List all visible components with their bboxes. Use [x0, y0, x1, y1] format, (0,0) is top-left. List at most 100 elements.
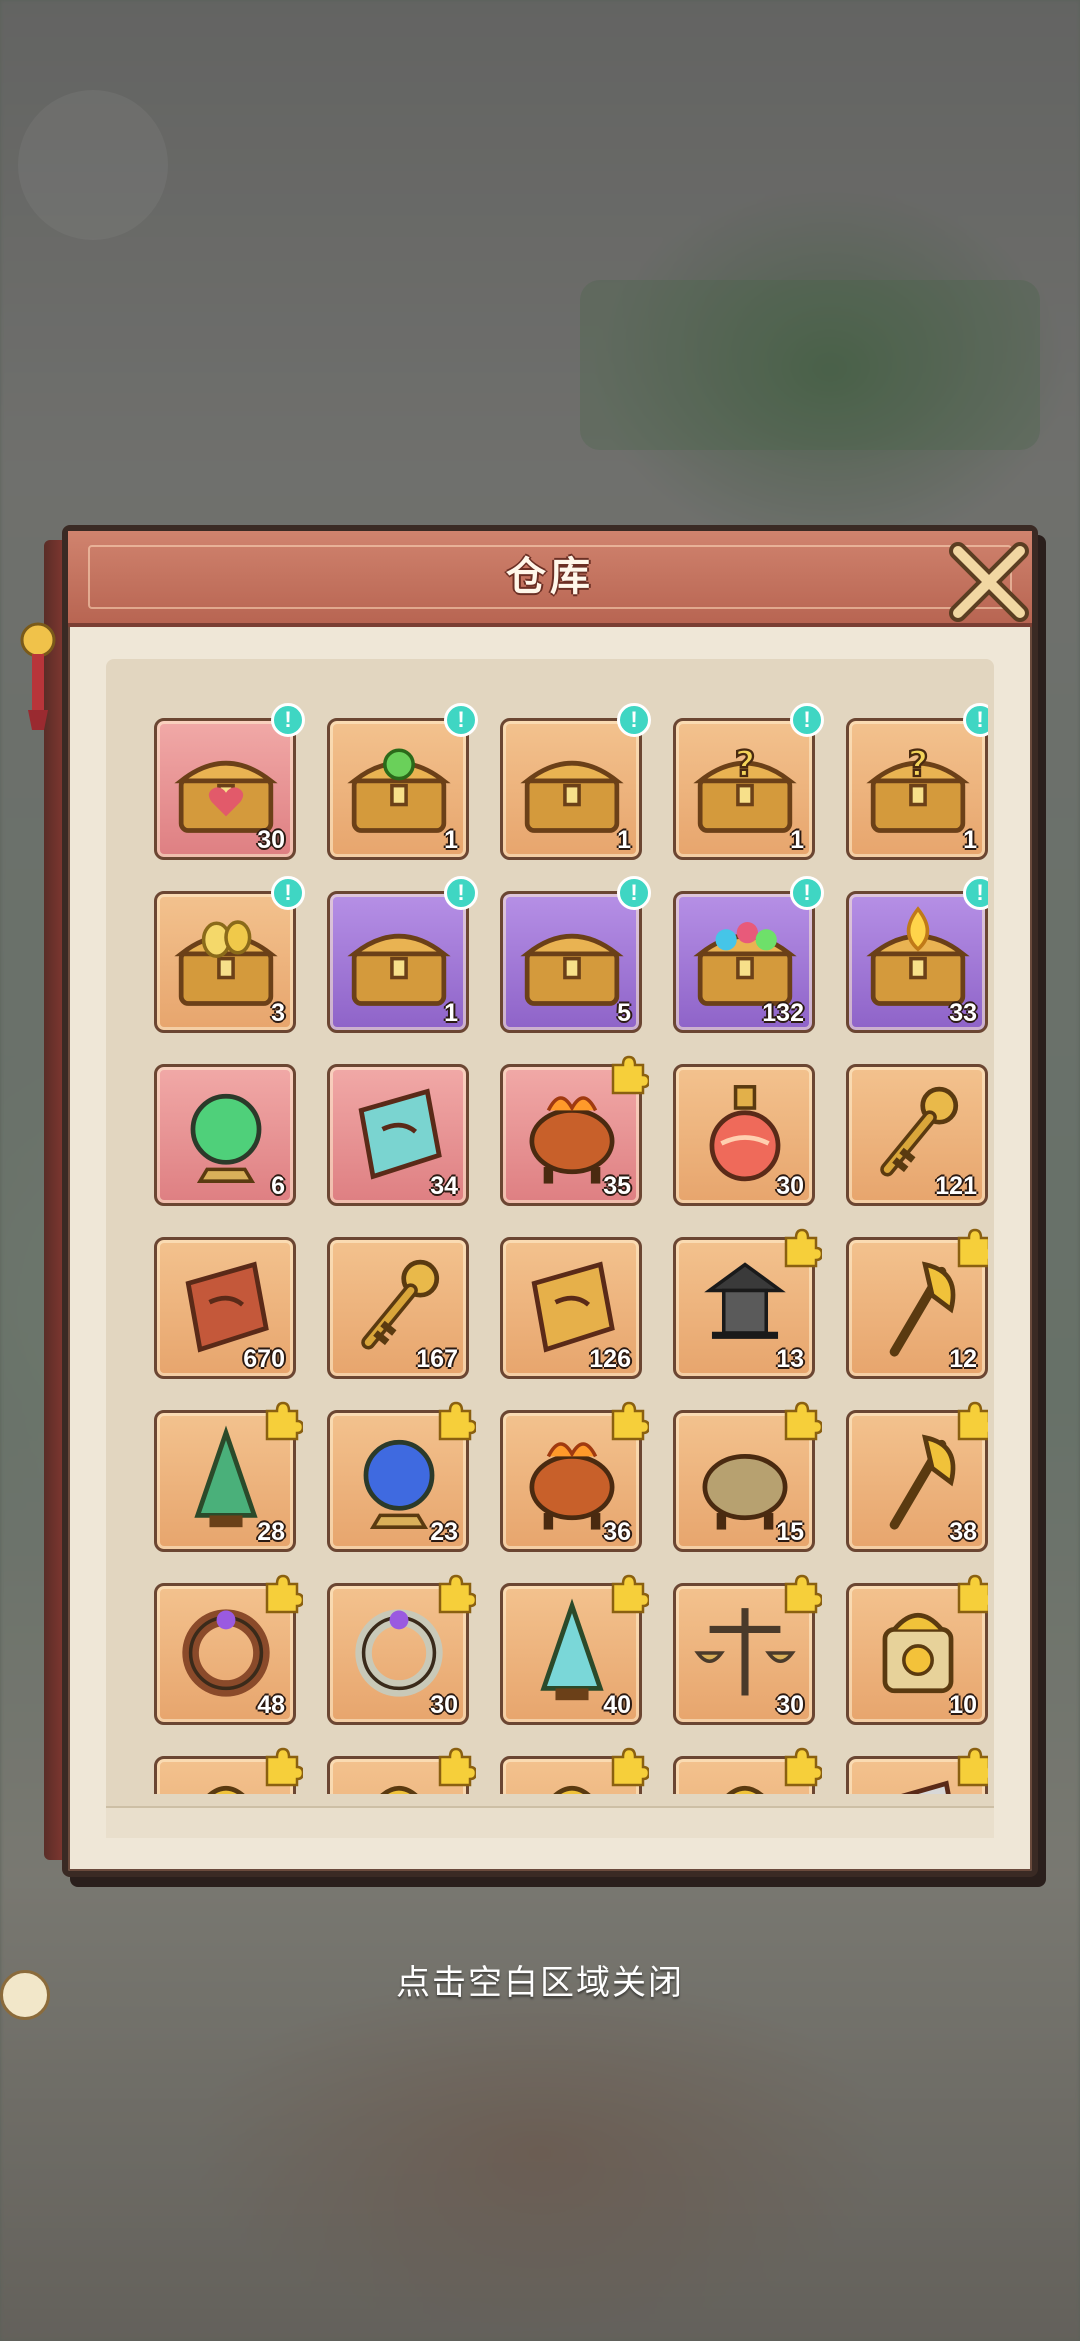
puzzle-piece-icon	[957, 1574, 988, 1614]
inventory-slot[interactable]	[500, 1747, 649, 1794]
inventory-slot[interactable]	[327, 1747, 476, 1794]
item-count: 121	[935, 1172, 977, 1200]
close-icon[interactable]	[946, 539, 1032, 625]
puzzle-piece-icon	[611, 1401, 649, 1441]
item-count: 36	[603, 1518, 631, 1546]
inventory-slot[interactable]: 670	[154, 1237, 296, 1379]
puzzle-piece-icon	[611, 1574, 649, 1614]
panel-footer	[106, 1806, 994, 1838]
inventory-slot[interactable]: ? 1!	[673, 703, 824, 860]
inventory-slot[interactable]: 40	[500, 1574, 649, 1725]
inventory-slot[interactable]: 121	[846, 1064, 988, 1206]
item-count: 1	[963, 826, 977, 854]
inventory-slot[interactable]: 1!	[327, 703, 478, 860]
inventory-slot[interactable]: 10	[846, 1574, 988, 1725]
inventory-slot[interactable]	[846, 1747, 988, 1794]
inventory-slot[interactable]: 167	[327, 1237, 469, 1379]
item-count: 23	[430, 1518, 458, 1546]
puzzle-piece-icon	[784, 1401, 822, 1441]
puzzle-piece-icon	[265, 1401, 303, 1441]
puzzle-piece-icon	[957, 1401, 988, 1441]
puzzle-piece-icon	[438, 1747, 476, 1787]
scroll-chest-icon	[347, 934, 451, 1006]
puzzle-piece-icon	[611, 1747, 649, 1787]
item-count: 1	[444, 826, 458, 854]
mystery-chest-icon: ?	[866, 743, 970, 833]
inventory-slot[interactable]: 6	[154, 1064, 296, 1206]
inventory-slot[interactable]: 30!	[154, 703, 305, 860]
puzzle-piece-icon	[265, 1574, 303, 1614]
inventory-slot[interactable]: 30	[327, 1574, 476, 1725]
item-count: 126	[589, 1345, 631, 1373]
exclamation-badge-icon: !	[617, 703, 651, 737]
inventory-slot[interactable]: 126	[500, 1237, 642, 1379]
inventory-slot[interactable]: 30	[673, 1574, 822, 1725]
item-count: 132	[762, 999, 804, 1027]
puzzle-piece-icon	[611, 1055, 649, 1095]
item-count: 33	[949, 999, 977, 1027]
item-count: 12	[949, 1345, 977, 1373]
puzzle-piece-icon	[957, 1228, 988, 1268]
puzzle-piece-icon	[438, 1574, 476, 1614]
inventory-slot[interactable]: 38	[846, 1401, 988, 1552]
exclamation-badge-icon: !	[790, 703, 824, 737]
inventory-slot[interactable]	[673, 1747, 822, 1794]
item-count: 48	[257, 1691, 285, 1719]
item-count: 38	[949, 1518, 977, 1546]
item-count: 30	[776, 1691, 804, 1719]
inventory-slot[interactable]: 1!	[500, 703, 651, 860]
exclamation-badge-icon: !	[617, 876, 651, 910]
inventory-slot[interactable]: 13	[673, 1228, 822, 1379]
item-count: 15	[776, 1518, 804, 1546]
puzzle-piece-icon	[438, 1401, 476, 1441]
inventory-slot[interactable]: 1!	[327, 876, 478, 1033]
item-count: 3	[271, 999, 285, 1027]
exclamation-badge-icon: !	[444, 703, 478, 737]
puzzle-chest-icon	[520, 761, 624, 833]
puzzle-piece-icon	[265, 1747, 303, 1787]
inventory-slot[interactable]	[154, 1747, 303, 1794]
inventory-slot[interactable]: ? 1!	[846, 703, 988, 860]
item-count: 34	[430, 1172, 458, 1200]
item-count: 30	[257, 826, 285, 854]
inventory-slot[interactable]: 132!	[673, 876, 824, 1033]
item-count: 6	[271, 1172, 285, 1200]
dragon-chest-icon	[347, 748, 451, 833]
puzzle-piece-icon	[784, 1574, 822, 1614]
inventory-slot[interactable]: 33!	[846, 876, 988, 1033]
inventory-slot[interactable]: 30	[673, 1064, 815, 1206]
inventory-slot[interactable]: 48	[154, 1574, 303, 1725]
warehouse-panel: 仓库 30! 1! 1!? 1!? 1! 3! 1! 5! 132! 33! 6 34 35 30 121 6…	[62, 525, 1038, 1877]
inventory-slot[interactable]: 35	[500, 1055, 649, 1206]
puzzle-chest-icon	[520, 934, 624, 1006]
exclamation-badge-icon: !	[271, 876, 305, 910]
item-count: 30	[430, 1691, 458, 1719]
inventory-grid[interactable]: 30! 1! 1!? 1!? 1! 3! 1! 5! 132! 33! 6 34 35 30 121 670 1…	[108, 686, 988, 1794]
item-count: 670	[243, 1345, 285, 1373]
exclamation-badge-icon: !	[444, 876, 478, 910]
inventory-slot[interactable]: 23	[327, 1401, 476, 1552]
inventory-slot[interactable]: 15	[673, 1401, 822, 1552]
svg-text:?: ?	[735, 744, 756, 785]
inventory-slot[interactable]: 36	[500, 1401, 649, 1552]
inventory-slot[interactable]: 5!	[500, 876, 651, 1033]
item-count: 28	[257, 1518, 285, 1546]
inventory-slot[interactable]: 28	[154, 1401, 303, 1552]
puzzle-piece-icon	[784, 1747, 822, 1787]
exclamation-badge-icon: !	[790, 876, 824, 910]
close-hint[interactable]: 点击空白区域关闭	[0, 1955, 1080, 2004]
item-count: 5	[617, 999, 631, 1027]
item-count: 13	[776, 1345, 804, 1373]
item-count: 1	[444, 999, 458, 1027]
inventory-slot[interactable]: 12	[846, 1228, 988, 1379]
item-count: 1	[617, 826, 631, 854]
egg-chest-icon	[174, 920, 278, 1006]
puzzle-piece-icon	[784, 1228, 822, 1268]
item-count: 30	[776, 1172, 804, 1200]
green-orb-icon	[190, 1093, 262, 1183]
mystery-chest-icon: ?	[693, 743, 797, 833]
item-count: 167	[416, 1345, 458, 1373]
inventory-slot[interactable]: 3!	[154, 876, 305, 1033]
inventory-slot[interactable]: 34	[327, 1064, 469, 1206]
item-count: 35	[603, 1172, 631, 1200]
